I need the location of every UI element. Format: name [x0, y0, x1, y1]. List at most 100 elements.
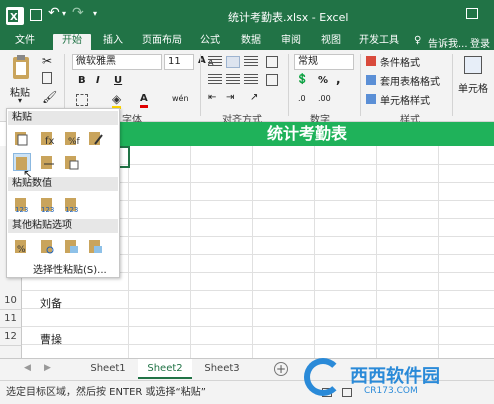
paste-formulas-icon[interactable]: fx — [39, 129, 57, 147]
align-left-icon[interactable] — [208, 74, 222, 86]
decrease-indent-icon[interactable]: ⇤ — [208, 92, 216, 103]
row-line — [22, 344, 494, 345]
cell-name[interactable]: 刘备 — [40, 295, 62, 311]
sheet-tab[interactable]: Sheet3 — [196, 359, 248, 379]
undo-icon[interactable]: ↶ — [48, 5, 60, 21]
ribbon-tab-bar: 文件 开始 插入 页面布局 公式 数据 审阅 视图 开发工具 ♀ 告诉我... … — [0, 32, 494, 50]
paste-button-icon[interactable] — [10, 54, 32, 82]
borders-icon[interactable] — [76, 94, 88, 106]
tab-insert[interactable]: 插入 — [98, 34, 128, 50]
selected-cell[interactable] — [120, 146, 130, 168]
bold-button[interactable]: B — [78, 74, 86, 88]
paste-values-source-format-icon[interactable]: 123 — [63, 195, 81, 214]
paste-dropdown-icon[interactable]: ▾ — [18, 96, 22, 105]
sheet-title-banner[interactable]: 统计考勤表 — [120, 122, 494, 146]
row-line — [22, 290, 494, 291]
cell-style-icon[interactable] — [366, 94, 376, 104]
accounting-format-icon[interactable]: 💲 — [296, 74, 308, 85]
lightbulb-icon: ♀ — [414, 35, 422, 46]
paste-picture-icon[interactable] — [63, 237, 81, 255]
sheet-tab[interactable]: Sheet1 — [82, 359, 134, 379]
add-sheet-icon[interactable]: + — [274, 362, 288, 376]
paste-values-header: 粘贴数值 — [8, 177, 118, 191]
ribbon-display-icon[interactable] — [466, 8, 478, 19]
svg-text:%f: %f — [68, 137, 81, 147]
wrap-text-icon[interactable] — [266, 56, 278, 68]
redo-icon[interactable]: ↷ — [72, 5, 84, 21]
tab-home[interactable]: 开始 — [53, 34, 91, 50]
prev-sheet-icon[interactable]: ◀ — [24, 363, 31, 373]
row-header[interactable]: 10 — [0, 292, 22, 310]
row-header[interactable]: 11 — [0, 310, 22, 328]
tab-review[interactable]: 审阅 — [276, 34, 306, 50]
next-sheet-icon[interactable]: ▶ — [44, 363, 51, 373]
svg-text:fx: fx — [45, 136, 55, 147]
tab-data[interactable]: 数据 — [236, 34, 266, 50]
decrease-decimal-icon[interactable]: .00 — [318, 94, 331, 103]
cells-icon[interactable] — [464, 56, 482, 74]
paste-formulas-number-format-icon[interactable]: %f — [63, 129, 81, 147]
cell-name[interactable]: 曹操 — [40, 331, 62, 347]
copy-icon[interactable] — [42, 72, 52, 84]
tab-page-layout[interactable]: 页面布局 — [138, 34, 186, 50]
cell-style-button[interactable]: 单元格样式 — [380, 92, 430, 107]
tab-view[interactable]: 视图 — [316, 34, 346, 50]
percent-button[interactable]: % — [318, 74, 328, 88]
paste-values-number-format-icon[interactable]: 123 — [39, 195, 57, 214]
orientation-icon[interactable]: ↗ — [250, 92, 258, 103]
align-bottom-icon[interactable] — [244, 56, 258, 68]
row-line — [22, 326, 494, 327]
paste-icon[interactable] — [13, 129, 31, 147]
font-size-select[interactable]: 11 — [164, 54, 194, 70]
tab-formulas[interactable]: 公式 — [196, 34, 224, 50]
customize-qat-icon[interactable]: ▾ — [93, 9, 97, 18]
watermark-logo: 西西软件园 CR173.COM — [300, 356, 494, 404]
paste-linked-picture-icon[interactable] — [87, 237, 105, 255]
save-icon[interactable] — [30, 9, 42, 21]
comma-button[interactable]: , — [336, 72, 341, 86]
sheet-tab-active[interactable]: Sheet2 — [138, 359, 192, 379]
italic-button[interactable]: I — [96, 74, 100, 88]
table-format-button[interactable]: 套用表格格式 — [380, 73, 440, 88]
watermark-url: CR173.COM — [364, 386, 418, 396]
other-paste-options-header: 其他粘贴选项 — [8, 219, 118, 233]
paste-link-icon[interactable] — [39, 237, 57, 255]
align-middle-icon[interactable] — [226, 56, 240, 68]
paste-formatting-icon[interactable]: % — [13, 237, 31, 255]
table-format-icon[interactable] — [366, 75, 376, 85]
number-format-select[interactable]: 常规 — [294, 54, 354, 70]
tab-file[interactable]: 文件 — [10, 34, 40, 50]
cells-button[interactable]: 单元格 — [458, 80, 488, 95]
conditional-format-button[interactable]: 条件格式 — [380, 54, 420, 69]
format-painter-icon[interactable]: 🖌 — [42, 90, 57, 104]
paste-keep-source-format-icon[interactable] — [87, 129, 105, 147]
excel-logo-icon: X — [6, 7, 24, 25]
phonetic-button[interactable]: wén — [172, 92, 189, 106]
underline-button[interactable]: U — [114, 74, 122, 88]
svg-text:123: 123 — [15, 206, 28, 213]
merge-center-icon[interactable] — [266, 74, 278, 86]
tab-developer[interactable]: 开发工具 — [356, 34, 402, 50]
align-top-icon[interactable] — [208, 56, 222, 68]
ribbon-separator — [200, 54, 201, 116]
paste-special-menu-item[interactable]: 选择性粘贴(S)... — [33, 261, 107, 276]
cut-icon[interactable]: ✂ — [42, 54, 52, 68]
paste-keep-column-width-icon[interactable] — [39, 153, 57, 171]
increase-decimal-icon[interactable]: .0 — [298, 94, 306, 103]
align-center-icon[interactable] — [226, 74, 240, 86]
title-bar: X ↶ ▾ ↷ ▾ 统计考勤表.xlsx - Excel — [0, 0, 494, 32]
align-right-icon[interactable] — [244, 74, 258, 86]
undo-dropdown-icon[interactable]: ▾ — [62, 9, 66, 18]
font-name-select[interactable]: 微软雅黑 — [72, 54, 162, 70]
font-color-button[interactable]: A — [140, 92, 148, 108]
sign-in-link[interactable]: 登录 — [470, 35, 490, 50]
conditional-format-icon[interactable] — [366, 56, 376, 66]
svg-text:X: X — [10, 12, 18, 23]
fill-color-icon[interactable]: ◈ — [112, 92, 122, 109]
paste-values-icon[interactable]: 123 — [13, 195, 31, 214]
paste-transpose-icon[interactable] — [63, 153, 81, 171]
row-header[interactable]: 12 — [0, 328, 22, 346]
increase-indent-icon[interactable]: ⇥ — [226, 92, 234, 103]
tell-me-input[interactable]: 告诉我... — [428, 35, 468, 50]
watermark-c-icon — [304, 358, 342, 396]
